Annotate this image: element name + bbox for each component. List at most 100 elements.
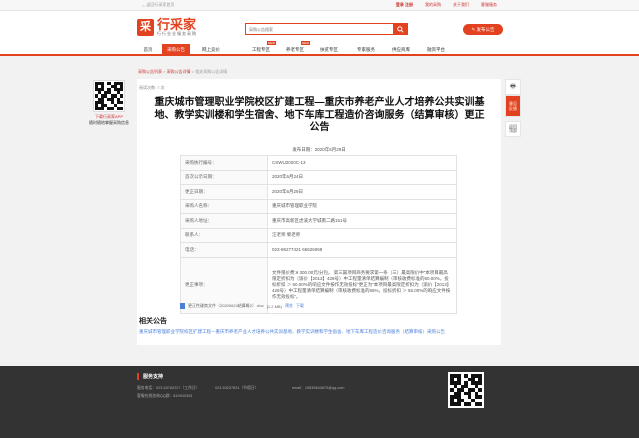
nav-item-procurement[interactable]: 采购公告 (162, 44, 190, 56)
search-box (245, 23, 408, 35)
row-label: 更正日期： (180, 184, 268, 200)
header: 采 行采家 行行业业服务采购 ✎ 发布公告 (0, 11, 639, 44)
row-label: 电话： (180, 242, 268, 258)
home-icon: ⌂ (142, 2, 145, 8)
logo-mark: 采 (137, 19, 154, 36)
article-panel: 阅读次数: 7 次 重庆城市管理职业学院校区扩建工程—重庆市养老产业人才培养公共… (137, 79, 501, 345)
app-qr-caption: 下载行采家APP 随时随地掌握采购信息 (89, 114, 129, 125)
nav-item-bidding[interactable]: 网上竞价 (196, 44, 226, 56)
print-button[interactable]: 🖶 (505, 79, 521, 95)
home-link[interactable]: ⌂ 返回行采家首页 (142, 2, 174, 8)
breadcrumb-list[interactable]: 采购公告列表 (138, 69, 162, 74)
qr-module (119, 106, 123, 110)
nav-label: 养老专区 (286, 47, 304, 52)
footer-heading: 服务支持 (137, 373, 163, 380)
table-row: 采购人地址： 重庆市高新区虎溪大学城南二路151号 (180, 213, 457, 229)
footer-qr-code (448, 372, 484, 408)
row-label: 采购执行编号： (180, 155, 268, 171)
table-row: 电话： 023-86277421 65626068 (180, 242, 457, 258)
row-label: 联系人： (180, 227, 268, 243)
footer-phone-holiday: 023-63237831（节假日） (215, 386, 259, 390)
service-link[interactable]: 客服服务 (481, 2, 497, 8)
nav-label: 网上竞价 (202, 47, 220, 52)
related-heading: 相关公告 (139, 318, 167, 325)
feedback-label-2: 反馈 (509, 106, 517, 111)
feedback-button[interactable]: 意见 反馈 (505, 95, 521, 117)
row-value: 重庆城市管理职业学院 (267, 198, 457, 214)
table-row: 采购执行编号： CSWU2020C-13 (180, 155, 457, 171)
nav-label: 扶贫专区 (320, 47, 338, 52)
attachment: 更正性磋商文件（20200624结算概2）.doc (1.2 MB) 预览 下载 (180, 303, 304, 309)
new-badge: NEW (267, 41, 276, 45)
publish-label: 发布公告 (476, 26, 495, 32)
nav-item-finance[interactable]: 融资平台 (423, 44, 449, 56)
topbar-links: 登录 注册 我的采购 关于我们 客服服务 (396, 2, 497, 8)
nav-label: 融资平台 (427, 47, 445, 52)
publish-date: 发布日期：2020年6月29日 (292, 147, 346, 152)
home-link-label: 返回行采家首页 (146, 2, 175, 7)
table-row: 首次公示日期： 2020年6月24日 (180, 169, 457, 185)
nav-item-suppliers[interactable]: 供应商库 (388, 44, 414, 56)
login-link[interactable]: 登录 注册 (396, 2, 413, 8)
row-label: 采购人地址： (180, 213, 268, 229)
nav-label: 供应商库 (392, 47, 410, 52)
breadcrumb: 采购公告列表 > 采购公告详情 > 相关采购公告详情 (138, 69, 227, 75)
edit-icon: ✎ (471, 26, 476, 32)
nav-label: 采购公告 (167, 47, 185, 52)
row-value: 汪老师 黎老师 (267, 227, 457, 243)
qr-caption-line2: 随时随地掌握采购信息 (89, 119, 129, 125)
app-qr-code (93, 80, 125, 112)
login-label: 登录 (395, 2, 404, 7)
doc-file-icon (180, 303, 185, 309)
row-label: 首次公示日期： (180, 169, 268, 185)
search-input[interactable] (246, 24, 393, 34)
register-label: 注册 (405, 2, 413, 7)
search-button[interactable] (393, 24, 407, 34)
my-procurement-link[interactable]: 我的采购 (425, 2, 441, 8)
info-table: 采购执行编号： CSWU2020C-13 首次公示日期： 2020年6月24日 更正… (180, 155, 457, 314)
attachment-name: 更正性磋商文件（20200624结算概2）.doc (188, 303, 264, 308)
nav-item-experts[interactable]: 专家服务 (353, 44, 379, 56)
logo-subtitle: 行行业业服务采购 (157, 31, 197, 36)
breadcrumb-current: 相关采购公告详情 (195, 69, 228, 74)
nav-label: 专家服务 (357, 47, 375, 52)
footer: 服务支持 服务电话：023-63782227（工作日） 023-63237831… (0, 366, 639, 438)
new-badge: NEW (301, 41, 310, 45)
search-icon (396, 25, 404, 33)
table-row: 更正日期： 2020年6月29日 (180, 184, 457, 200)
footer-email: email：19839464870@qq.com (292, 386, 345, 390)
nav-item-elderly[interactable]: 养老专区 NEW (282, 41, 310, 56)
row-value: 重庆市高新区虎溪大学城南二路151号 (267, 213, 457, 229)
nav-item-engineering[interactable]: 工程专区 NEW (248, 41, 276, 56)
breadcrumb-detail[interactable]: 采购公告详情 (167, 69, 191, 74)
printer-icon: 🖶 (510, 84, 516, 90)
about-link[interactable]: 关于我们 (453, 2, 469, 8)
download-link[interactable]: 下载 (296, 303, 304, 309)
back-top-label-2: 顶部 (509, 128, 517, 133)
preview-link[interactable]: 预览 (285, 303, 293, 309)
footer-phone-workday: 服务电话：023-63782227（工作日） (137, 386, 200, 390)
row-value: 2020年6月29日 (267, 184, 457, 200)
top-bar: ⌂ 返回行采家首页 登录 注册 我的采购 关于我们 客服服务 (0, 0, 639, 11)
site-logo[interactable]: 采 行采家 行行业业服务采购 (137, 18, 197, 37)
qr-module (478, 402, 482, 406)
nav-label: 工程专区 (252, 47, 270, 52)
row-value: CSWU2020C-13 (267, 155, 457, 171)
logo-text: 行采家 (157, 17, 197, 32)
row-value: 023-86277421 65626068 (267, 242, 457, 258)
related-link[interactable]: 重庆城市管理职业学院校区扩建工程—重庆市养老产业人才培养公共实训基地、教学实训楼… (137, 329, 482, 336)
table-row: 采购人名称： 重庆城市管理职业学院 (180, 198, 457, 214)
nav-item-poverty[interactable]: 扶贫专区 (316, 44, 342, 56)
row-value: 2020年6月24日 (267, 169, 457, 185)
back-to-top-button[interactable]: 返回 顶部 (505, 121, 521, 137)
table-row: 联系人： 汪老师 黎老师 (180, 227, 457, 243)
attachment-size: (1.2 MB) (266, 303, 282, 309)
publish-button[interactable]: ✎ 发布公告 (463, 24, 503, 35)
main-nav: 首页 采购公告 网上竞价 工程专区 NEW 养老专区 NEW 扶贫专区 专家服务 供… (0, 41, 639, 56)
view-count: 阅读次数: 7 次 (139, 85, 165, 90)
row-label: 采购人名称： (180, 198, 268, 214)
related-section: 相关公告 重庆城市管理职业学院校区扩建工程—重庆市养老产业人才培养公共实训基地、… (137, 316, 501, 336)
page-title: 重庆城市管理职业学院校区扩建工程—重庆市养老产业人才培养公共实训基地、教学实训楼… (154, 97, 485, 133)
footer-qq: 客服在线咨询QQ群：819940303 (137, 394, 193, 398)
nav-item-home[interactable]: 首页 (137, 44, 159, 56)
